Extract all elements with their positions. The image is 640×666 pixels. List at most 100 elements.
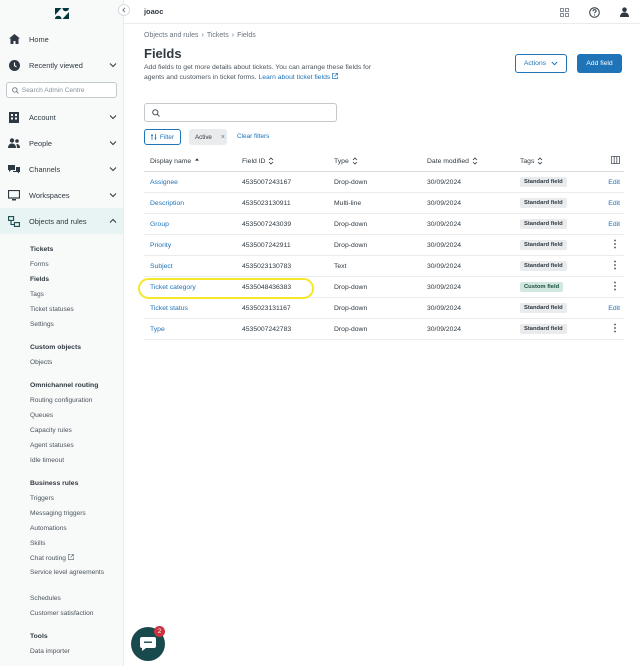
help-button[interactable] [588, 6, 600, 18]
add-field-button[interactable]: Add field [577, 54, 622, 73]
sort-icon [472, 156, 478, 165]
field-name-link[interactable]: Assignee [150, 179, 178, 186]
subnav-fields[interactable]: Fields [30, 272, 123, 287]
channels-icon [8, 163, 20, 175]
subnav-ticket-statuses[interactable]: Ticket statuses [30, 302, 123, 317]
edit-link[interactable]: Edit [608, 179, 620, 186]
edit-link[interactable]: Edit [608, 221, 620, 228]
subnav-customer-satisfaction[interactable]: Customer satisfaction [30, 606, 123, 621]
edit-link[interactable]: Edit [608, 305, 620, 312]
subnav-skills[interactable]: Skills [30, 536, 123, 551]
subnav-chat-routing[interactable]: Chat routing [30, 551, 123, 566]
subnav-heading-tools: Tools [30, 633, 48, 640]
org-name: joaoc [144, 7, 164, 16]
sidebar-subnav: Tickets Forms Fields Tags Ticket statuse… [0, 242, 123, 659]
apps-button[interactable] [558, 6, 570, 18]
subnav-agent-statuses[interactable]: Agent statuses [30, 438, 123, 453]
more-options-icon[interactable]: ⋮ [610, 240, 620, 250]
remove-filter-icon[interactable]: × [221, 134, 225, 141]
fields-search-input[interactable] [164, 109, 324, 116]
breadcrumb-objects-and-rules[interactable]: Objects and rules [144, 32, 198, 39]
field-name-link[interactable]: Subject [150, 263, 173, 270]
admin-search-input[interactable] [21, 86, 116, 94]
chevron-down-icon [109, 63, 117, 68]
field-name-link[interactable]: Type [150, 326, 165, 333]
actions-button[interactable]: Actions [515, 54, 567, 73]
nav-people[interactable]: People [0, 130, 123, 156]
subnav-triggers[interactable]: Triggers [30, 491, 123, 506]
subnav-chat-routing-label: Chat routing [30, 555, 66, 562]
subnav-messaging-triggers[interactable]: Messaging triggers [30, 506, 123, 521]
more-options-icon[interactable]: ⋮ [610, 324, 620, 334]
grid-icon [559, 7, 569, 17]
field-id: 4535048436383 [242, 283, 292, 291]
field-date: 30/09/2024 [427, 283, 462, 291]
subnav-idle-timeout[interactable]: Idle timeout [30, 453, 123, 468]
field-date: 30/09/2024 [427, 325, 462, 333]
subnav-data-importer[interactable]: Data importer [30, 644, 123, 659]
edit-link[interactable]: Edit [608, 200, 620, 207]
header-type[interactable]: Type [334, 156, 358, 165]
columns-icon [611, 155, 620, 164]
fields-search-box[interactable] [144, 103, 337, 122]
nav-people-label: People [29, 138, 53, 148]
subnav-forms[interactable]: Forms [30, 257, 123, 272]
help-icon [588, 6, 600, 18]
field-type: Drop-down [334, 220, 368, 228]
breadcrumb-tickets[interactable]: Tickets [207, 32, 229, 39]
header-date-modified[interactable]: Date modified [427, 156, 478, 165]
field-type: Multi-line [334, 199, 362, 207]
field-name-link[interactable]: Description [150, 200, 184, 207]
nav-account[interactable]: Account [0, 104, 123, 130]
page-description: Add fields to get more details about tic… [144, 63, 384, 83]
more-options-icon[interactable]: ⋮ [610, 282, 620, 292]
subnav-schedules[interactable]: Schedules [30, 591, 123, 606]
breadcrumb-separator-icon: › [201, 32, 204, 39]
table-row: Assignee 4535007243167 Drop-down 30/09/2… [144, 172, 624, 193]
page-title: Fields [144, 46, 182, 61]
field-type: Drop-down [334, 283, 368, 291]
nav-objects-and-rules[interactable]: Objects and rules [0, 208, 123, 234]
filter-button[interactable]: Filter [144, 129, 181, 145]
subnav-settings[interactable]: Settings [30, 317, 123, 332]
subnav-automations[interactable]: Automations [30, 521, 123, 536]
active-filter-chip: Active × [189, 129, 227, 145]
subnav-objects[interactable]: Objects [30, 355, 123, 370]
search-icon [152, 108, 160, 117]
field-name-link[interactable]: Ticket category [150, 284, 196, 291]
breadcrumb-separator-icon: › [231, 32, 235, 39]
field-date: 30/09/2024 [427, 199, 462, 207]
learn-more-label: Learn about ticket fields [258, 74, 331, 81]
header-field-id[interactable]: Field ID [242, 156, 274, 165]
nav-workspaces[interactable]: Workspaces [0, 182, 123, 208]
chevron-left-icon [122, 7, 126, 13]
header-tags[interactable]: Tags [520, 156, 543, 165]
subnav-routing-configuration[interactable]: Routing configuration [30, 393, 123, 408]
field-name-link[interactable]: Group [150, 221, 169, 228]
building-icon [8, 111, 20, 123]
field-name-link[interactable]: Priority [150, 242, 171, 249]
subnav-queues[interactable]: Queues [30, 408, 123, 423]
learn-more-link[interactable]: Learn about ticket fields [258, 73, 339, 81]
nav-channels[interactable]: Channels [0, 156, 123, 182]
field-name-link[interactable]: Ticket status [150, 305, 188, 312]
header-display-name-label: Display name [150, 157, 192, 165]
collapse-sidebar-button[interactable] [118, 4, 130, 16]
subnav-service-level-agreements[interactable]: Service level agreements [30, 566, 123, 591]
field-id: 4535023130783 [242, 262, 292, 270]
profile-button[interactable] [618, 6, 630, 18]
more-options-icon[interactable]: ⋮ [610, 261, 620, 271]
subnav-tags[interactable]: Tags [30, 287, 123, 302]
clear-filters-link[interactable]: Clear filters [237, 133, 269, 140]
nav-home[interactable]: Home [0, 26, 123, 52]
subnav-capacity-rules[interactable]: Capacity rules [30, 423, 123, 438]
header-display-name[interactable]: Display name [150, 157, 200, 165]
user-icon [619, 7, 629, 17]
field-type: Drop-down [334, 178, 368, 186]
zendesk-logo[interactable] [0, 0, 123, 26]
nav-recently-viewed[interactable]: Recently viewed [0, 52, 123, 78]
sort-icon [269, 156, 274, 165]
admin-search-box[interactable] [6, 82, 117, 98]
column-settings-button[interactable] [611, 155, 620, 166]
subnav-heading-tickets: Tickets [30, 246, 54, 253]
